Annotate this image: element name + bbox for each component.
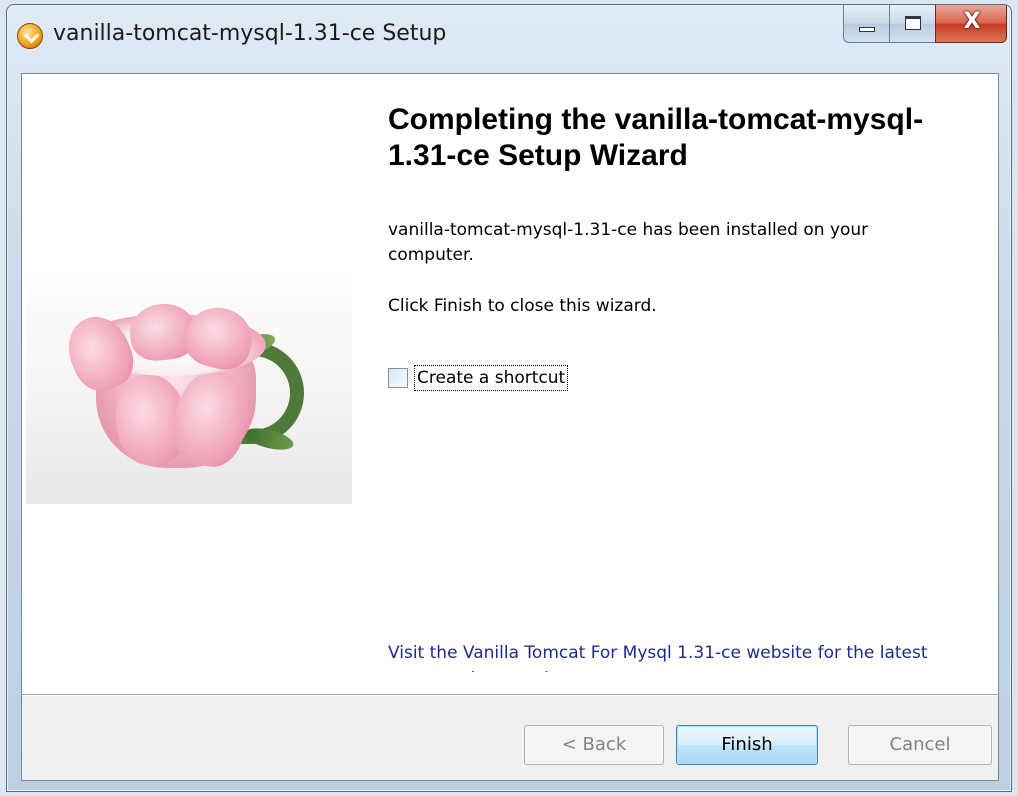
caption-buttons: X [843,5,1007,45]
installed-message: vanilla-tomcat-mysql-1.31-ce has been in… [388,220,869,265]
minimize-icon [859,27,875,32]
installer-window: vanilla-tomcat-mysql-1.31-ce Setup X Com… [6,4,1012,792]
finish-button[interactable]: Finish [676,725,818,765]
wizard-page: Completing the vanilla-tomcat-mysql-1.31… [21,73,999,781]
minimize-button[interactable] [843,5,889,43]
website-link[interactable]: Visit the Vanilla Tomcat For Mysql 1.31-… [388,640,978,672]
wizard-content: Completing the vanilla-tomcat-mysql-1.31… [388,74,978,694]
cancel-button[interactable]: Cancel [848,725,992,765]
shortcut-option[interactable]: Create a shortcut [388,364,569,392]
shortcut-checkbox[interactable] [388,368,408,388]
window-title: vanilla-tomcat-mysql-1.31-ce Setup [53,21,447,46]
close-button[interactable]: X [935,5,1007,43]
title-bar[interactable]: vanilla-tomcat-mysql-1.31-ce Setup X [7,5,1011,73]
wizard-image-pane [22,74,352,694]
button-bar: < Back Finish Cancel [22,694,998,780]
page-title: Completing the vanilla-tomcat-mysql-1.31… [388,103,924,172]
maximize-button[interactable] [889,5,935,43]
installer-icon [17,23,43,49]
maximize-icon [905,16,921,30]
finish-instruction: Click Finish to close this wizard. [388,296,657,316]
shortcut-checkbox-label[interactable]: Create a shortcut [414,365,569,391]
back-button[interactable]: < Back [524,725,664,765]
close-icon: X [963,9,981,34]
tulip-cup-image [26,264,352,504]
